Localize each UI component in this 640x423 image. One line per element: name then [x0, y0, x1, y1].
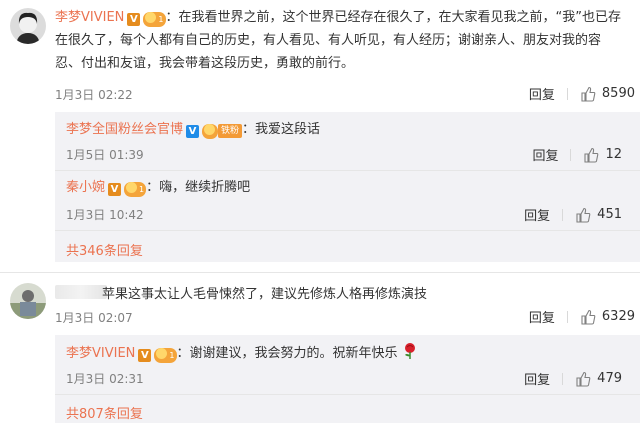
fan-level-badge-icon: 1: [154, 348, 177, 363]
fan-level-badge-icon: 1: [124, 182, 147, 197]
divider: [562, 208, 564, 221]
reply-button[interactable]: 回复: [532, 145, 558, 164]
verified-badge-icon: V: [138, 349, 152, 362]
blurred-username[interactable]: [55, 285, 107, 299]
comment-text: 苹果这事太让人毛骨悚然了，建议先修炼人格再修炼演技: [102, 287, 428, 302]
comment-text: [55, 283, 107, 304]
divider: [566, 310, 568, 323]
thumbs-up-icon[interactable]: [580, 309, 596, 325]
rose-emoji-icon: [404, 343, 415, 359]
thumbs-up-icon[interactable]: [575, 371, 591, 387]
reply-time: 1月3日 10:42: [66, 208, 144, 222]
reply-actions: 回复 451: [524, 205, 622, 224]
username[interactable]: 李梦全国粉丝会官博: [66, 122, 183, 137]
comment-actions: 回复 8590: [529, 84, 635, 103]
divider: [55, 394, 640, 395]
more-replies-link[interactable]: 共346条回复: [66, 240, 143, 259]
fan-level-badge-icon: [202, 124, 219, 139]
comment-text: 李梦VIVIEN V 1 ：在我看世界之前，这个世界已经存在很久了，在大家看见我之前，…: [55, 10, 621, 27]
verified-badge-icon: V: [186, 125, 200, 138]
like-count: 479: [597, 371, 622, 386]
verified-badge-icon: V: [127, 13, 141, 26]
comment-text-line: 在很久了，每个人都有自己的历史，有人看见、有人听见，有人经历；谢谢亲人、朋友对我…: [55, 33, 602, 48]
avatar[interactable]: [10, 283, 46, 319]
avatar[interactable]: [10, 8, 46, 44]
divider: [566, 87, 568, 100]
thumbs-up-icon[interactable]: [580, 86, 596, 102]
reply-button[interactable]: 回复: [529, 307, 555, 326]
fan-label-badge: 铁粉: [218, 124, 243, 138]
like-count: 8590: [601, 86, 635, 101]
like-count: 6329: [601, 309, 635, 324]
reply-actions: 回复 12: [532, 145, 622, 164]
reply-button[interactable]: 回复: [524, 205, 550, 224]
username[interactable]: 秦小婉: [66, 180, 105, 195]
reply-time: 1月3日 02:31: [66, 372, 144, 386]
thumbs-up-icon[interactable]: [575, 207, 591, 223]
reply-text: 李梦VIVIEN V 1 ：谢谢建议，我会努力的。祝新年快乐: [66, 342, 418, 364]
like-count: 12: [605, 147, 622, 162]
more-replies-link[interactable]: 共807条回复: [66, 403, 143, 422]
thumbs-up-icon[interactable]: [583, 147, 599, 163]
like-count: 451: [597, 207, 622, 222]
reply-button[interactable]: 回复: [529, 84, 555, 103]
comment-time: 1月3日 02:07: [55, 311, 133, 325]
reply-text: 李梦全国粉丝会官博 V 铁粉 ：我爱这段话: [66, 122, 321, 139]
divider: [570, 148, 572, 161]
reply-actions: 回复 479: [524, 369, 622, 388]
divider: [0, 272, 640, 273]
username[interactable]: 李梦VIVIEN: [55, 10, 124, 25]
comment-actions: 回复 6329: [529, 307, 635, 326]
reply-button[interactable]: 回复: [524, 369, 550, 388]
verified-badge-icon: V: [108, 183, 122, 196]
divider: [55, 230, 640, 231]
reply-text: 秦小婉 V 1 ：嗨，继续折腾吧: [66, 180, 251, 197]
fan-level-badge-icon: 1: [143, 12, 166, 27]
comment-time: 1月3日 02:22: [55, 88, 133, 102]
comment-text-line: 忍、付出和友谊，我会带着这段历史，勇敢的前行。: [55, 56, 355, 71]
username[interactable]: 李梦VIVIEN: [66, 346, 135, 361]
reply-time: 1月5日 01:39: [66, 148, 144, 162]
divider: [55, 170, 640, 171]
divider: [562, 372, 564, 385]
